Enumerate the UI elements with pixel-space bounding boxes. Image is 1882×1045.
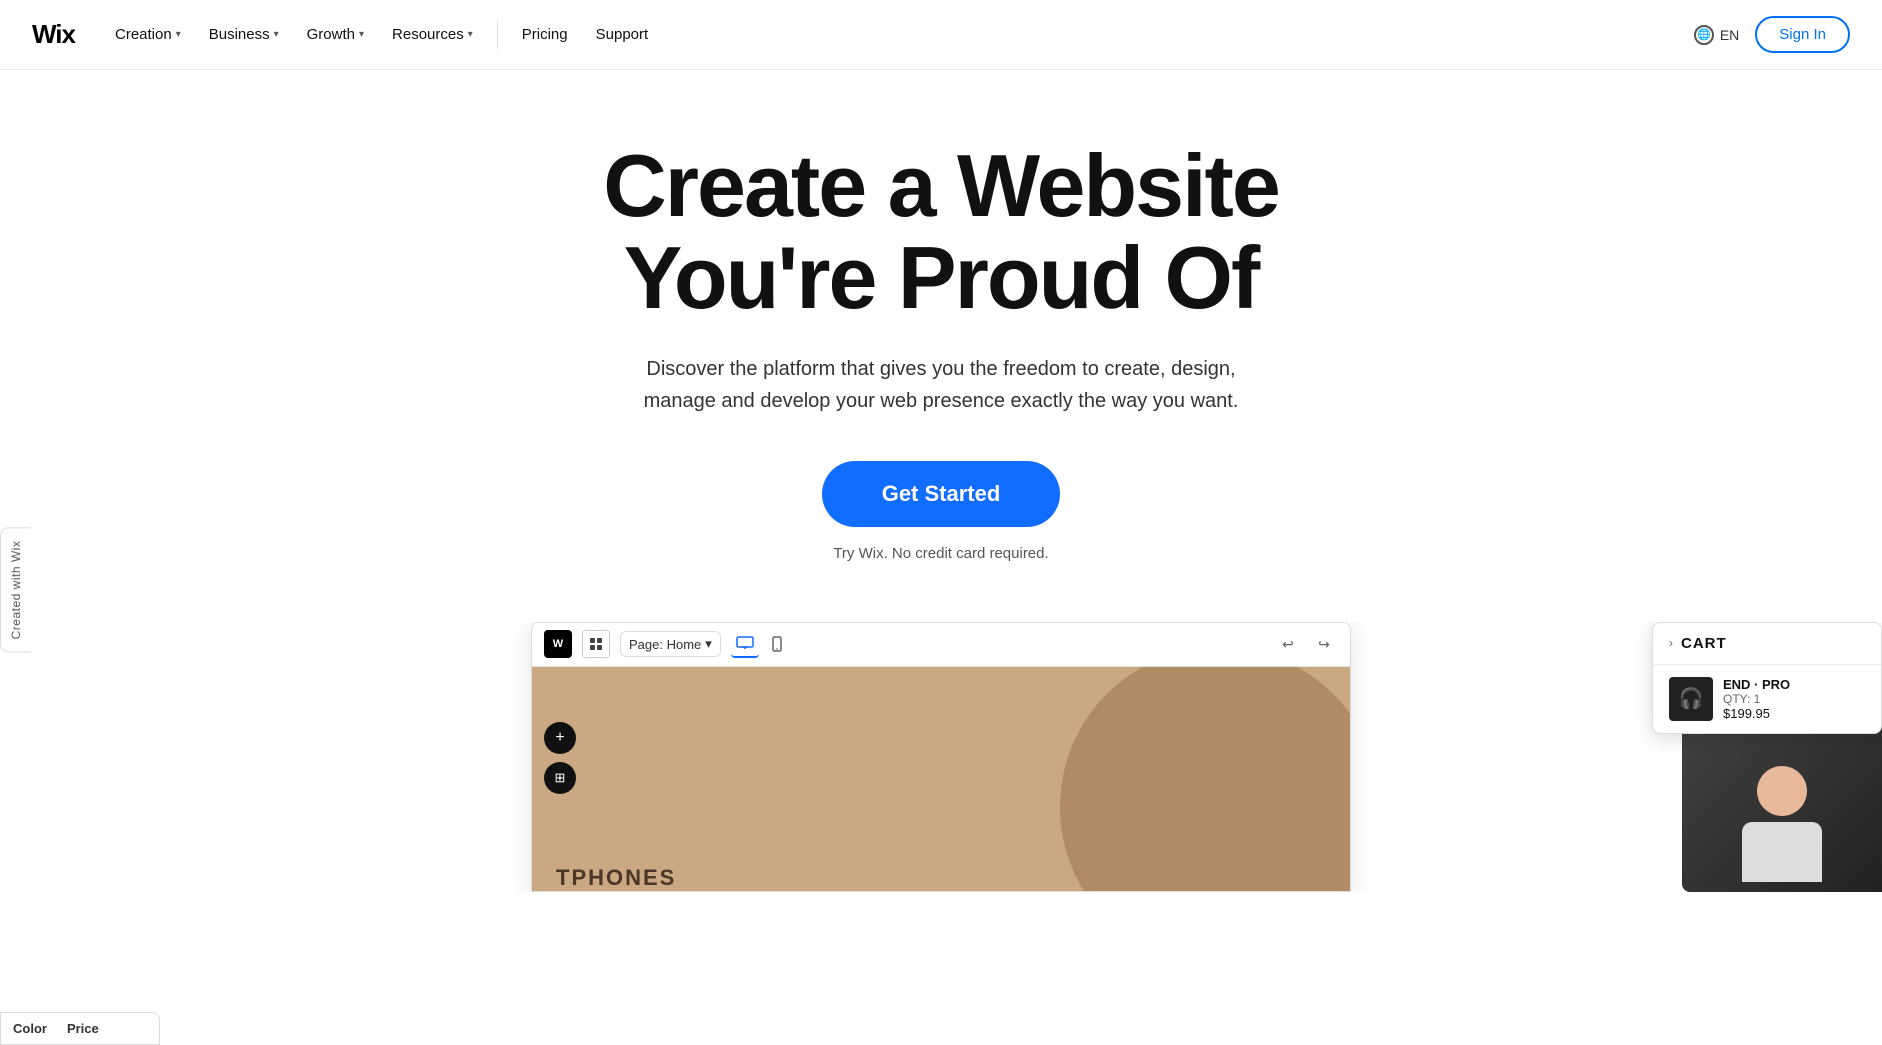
- desktop-view-button[interactable]: [731, 630, 759, 658]
- nav-divider: [497, 21, 498, 49]
- editor-dashboard-icon[interactable]: [582, 630, 610, 658]
- nav-resources-label: Resources: [392, 26, 464, 43]
- editor-toolbar: W Page: Home ▾ ↩ ↪: [532, 623, 1350, 667]
- nav-item-resources[interactable]: Resources ▾: [380, 18, 485, 51]
- chevron-down-icon: ▾: [705, 636, 712, 652]
- redo-button[interactable]: ↪: [1310, 630, 1338, 658]
- nav-item-support[interactable]: Support: [584, 18, 661, 51]
- editor-preview-section: W Page: Home ▾ ↩ ↪: [0, 622, 1882, 892]
- cart-chevron-icon[interactable]: ›: [1669, 636, 1673, 650]
- add-section-button[interactable]: ⊞: [544, 762, 576, 794]
- nav-growth-label: Growth: [307, 26, 355, 43]
- side-tab-label: Created with Wix: [9, 541, 23, 640]
- mobile-view-button[interactable]: [763, 630, 791, 658]
- nav-creation-label: Creation: [115, 26, 172, 43]
- cart-item-name: END · PRO: [1723, 677, 1790, 692]
- toolbar-right: ↩ ↪: [1274, 630, 1338, 658]
- view-mode-icons: [731, 630, 791, 658]
- wix-logo[interactable]: Wix: [32, 19, 75, 50]
- cart-header: › CART: [1653, 623, 1881, 665]
- canvas-sidebar-tools: + ⊞: [544, 722, 576, 794]
- editor-canvas: TPHONES + ⊞: [532, 667, 1350, 891]
- cart-title: CART: [1681, 635, 1727, 652]
- nav-menu: Creation ▾ Business ▾ Growth ▾ Resources…: [103, 18, 1694, 51]
- chevron-down-icon: ▾: [359, 29, 364, 40]
- cart-item-price: $199.95: [1723, 706, 1790, 721]
- person-body: [1742, 822, 1822, 882]
- nav-item-creation[interactable]: Creation ▾: [103, 18, 193, 51]
- editor-window: W Page: Home ▾ ↩ ↪: [531, 622, 1351, 892]
- nav-right: 🌐 EN Sign In: [1694, 16, 1850, 53]
- page-selector[interactable]: Page: Home ▾: [620, 631, 721, 657]
- add-element-button[interactable]: +: [544, 722, 576, 754]
- nav-item-business[interactable]: Business ▾: [197, 18, 291, 51]
- chevron-down-icon: ▾: [468, 29, 473, 40]
- page-selector-label: Page: Home: [629, 637, 701, 652]
- hero-note: Try Wix. No credit card required.: [833, 545, 1048, 562]
- cart-item: 🎧 END · PRO QTY: 1 $199.95: [1653, 665, 1881, 733]
- nav-business-label: Business: [209, 26, 270, 43]
- navbar: Wix Creation ▾ Business ▾ Growth ▾ Resou…: [0, 0, 1882, 70]
- hero-title: Create a Website You're Proud Of: [491, 140, 1391, 325]
- nav-item-growth[interactable]: Growth ▾: [295, 18, 376, 51]
- chevron-down-icon: ▾: [176, 29, 181, 40]
- nav-item-pricing[interactable]: Pricing: [510, 18, 580, 51]
- language-selector[interactable]: 🌐 EN: [1694, 25, 1739, 45]
- cart-item-info: END · PRO QTY: 1 $199.95: [1723, 677, 1790, 721]
- hero-section: Create a Website You're Proud Of Discove…: [0, 70, 1882, 602]
- color-label: Color: [13, 1021, 47, 1036]
- canvas-brand-text: TPHONES: [556, 865, 676, 891]
- nav-support-label: Support: [596, 26, 649, 43]
- globe-icon: 🌐: [1694, 25, 1714, 45]
- bottom-color-price-bar: Color Price: [0, 1012, 160, 1045]
- undo-button[interactable]: ↩: [1274, 630, 1302, 658]
- cart-item-image: 🎧: [1669, 677, 1713, 721]
- editor-logo: W: [544, 630, 572, 658]
- chevron-down-icon: ▾: [274, 29, 279, 40]
- lang-label: EN: [1720, 27, 1739, 43]
- price-label: Price: [67, 1021, 99, 1036]
- hero-subtitle: Discover the platform that gives you the…: [621, 353, 1261, 417]
- get-started-button[interactable]: Get Started: [822, 461, 1061, 527]
- cart-item-qty: QTY: 1: [1723, 692, 1790, 706]
- cart-popup: › CART 🎧 END · PRO QTY: 1 $199.95: [1652, 622, 1882, 734]
- canvas-decor-circle: [1060, 667, 1350, 891]
- created-with-wix-tab[interactable]: Created with Wix: [0, 528, 31, 653]
- person-head: [1757, 766, 1807, 816]
- sign-in-button[interactable]: Sign In: [1755, 16, 1850, 53]
- logo-text: Wix: [32, 19, 75, 50]
- nav-pricing-label: Pricing: [522, 26, 568, 43]
